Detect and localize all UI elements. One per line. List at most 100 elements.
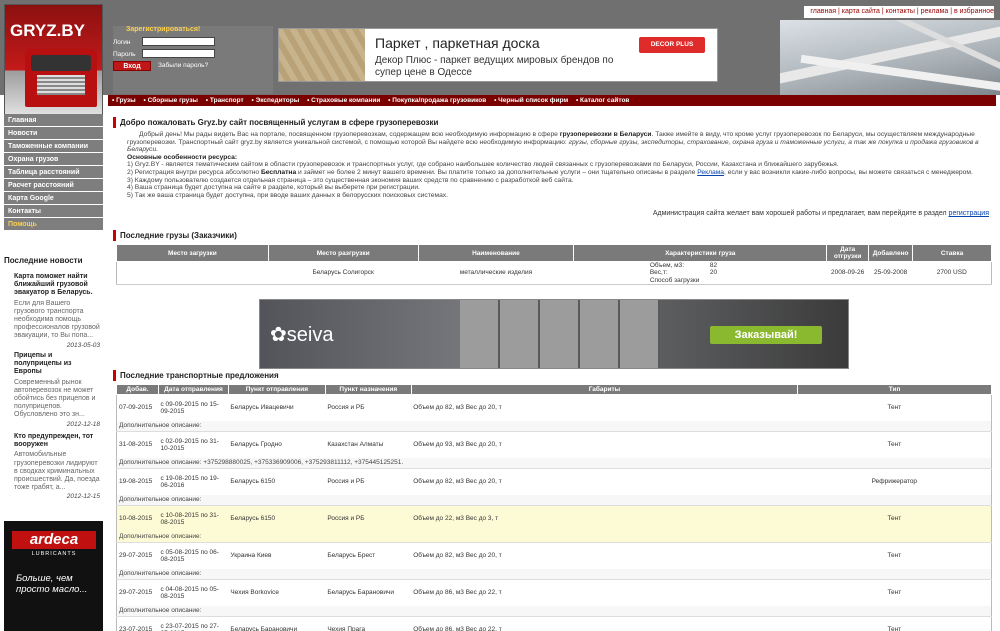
cell-description: Дополнительное описание: bbox=[116, 605, 992, 617]
order-button[interactable]: Заказывай! bbox=[710, 326, 822, 344]
nav-catalog[interactable]: • Каталог сайтов bbox=[576, 97, 629, 104]
login-input[interactable] bbox=[142, 37, 215, 46]
top-link-sitemap[interactable]: карта сайта bbox=[842, 8, 880, 15]
sidebar-item-help[interactable]: Помощь bbox=[4, 218, 103, 231]
cell-to: Россия и РБ bbox=[327, 404, 365, 412]
intro-bold: грузоперевозки в Беларуси bbox=[559, 131, 652, 138]
cell-type: Тент bbox=[797, 505, 992, 532]
password-input[interactable] bbox=[142, 49, 215, 58]
ad-title: Паркет , паркетная доска bbox=[375, 35, 540, 51]
cell-added: 25-09-2008 bbox=[868, 261, 913, 285]
sidebar-item-home[interactable]: Главная bbox=[4, 114, 103, 127]
sidebar-item-google-map[interactable]: Карта Google bbox=[4, 192, 103, 205]
truck-grill bbox=[37, 75, 85, 95]
password-label: Пароль bbox=[113, 51, 136, 58]
table-header-row: Место загрузки Место разгрузки Наименова… bbox=[116, 244, 992, 262]
cell-dates: с 10-08-2015 по 31-08-2015 bbox=[158, 505, 229, 532]
cell-description: Дополнительное описание: bbox=[116, 420, 992, 432]
nav-cargo[interactable]: • Грузы bbox=[112, 97, 136, 104]
ad-brand: ✿seiva bbox=[270, 324, 334, 346]
cell-dims: Объем до 86, м3 Вес до 22, т bbox=[413, 589, 502, 597]
top-link-favorites[interactable]: в избранное bbox=[954, 8, 994, 15]
sidebar-item-cargo-security[interactable]: Охрана грузов bbox=[4, 153, 103, 166]
logo-text: GRYZ.BY bbox=[10, 21, 85, 40]
intro-paragraph: Добрый день! Мы рады видеть Вас на порта… bbox=[127, 131, 991, 154]
cell-type: Тент bbox=[887, 404, 902, 412]
ads-link[interactable]: Реклама bbox=[697, 169, 724, 176]
news-title[interactable]: Прицепы и полуприцепы из Европы bbox=[14, 352, 100, 377]
sidebar-item-distance-table[interactable]: Таблица расстояний bbox=[4, 166, 103, 179]
table-row[interactable]: 29-07-2015 с 04-08-2015 по 05-08-2015 Чехи… bbox=[117, 580, 992, 606]
cell-type: Тент bbox=[887, 589, 902, 597]
register-link[interactable]: Зарегистрироваться! bbox=[126, 26, 200, 33]
ad-sub: LUBRICANTS bbox=[31, 551, 77, 557]
feature-text: и займет не более 2 минут вашего времени… bbox=[298, 168, 696, 176]
nav-groupage[interactable]: • Сборные грузы bbox=[144, 97, 198, 104]
cell-from: Беларусь Гродно bbox=[230, 441, 282, 449]
cell-dims: Объем до 82, м3 Вес до 20, т bbox=[413, 478, 502, 486]
column-header: Добавлено bbox=[868, 244, 914, 262]
welcome-text: Добрый день! Мы рады видеть Вас на порта… bbox=[127, 131, 991, 199]
column-header: Габариты bbox=[410, 384, 799, 395]
char-line: Способ загрузки bbox=[649, 276, 700, 284]
nav-insurance[interactable]: • Страховые компании bbox=[307, 97, 380, 104]
column-header: Дата отправления bbox=[157, 384, 229, 395]
cell-dates: с 04-08-2015 по 05-08-2015 bbox=[160, 585, 219, 600]
column-header: Характеристики груза bbox=[573, 244, 828, 262]
cell-added: 19-08-2015 bbox=[119, 478, 153, 486]
sidebar-item-distance-calc[interactable]: Расчет расстояний bbox=[4, 179, 103, 192]
ad-text: Декор Плюс - паркет ведущих мировых брен… bbox=[375, 55, 614, 78]
cell-added: 10-08-2015 bbox=[116, 505, 159, 532]
nav-forwarders[interactable]: • Экспедиторы bbox=[252, 97, 300, 104]
table-row[interactable]: 19-08-2015 с 19-08-2015 по 19-06-2016 Бела… bbox=[117, 469, 992, 495]
table-row[interactable]: 10-08-2015 с 10-08-2015 по 31-08-2015 Бела… bbox=[116, 505, 992, 532]
site-logo[interactable]: GRYZ.BY bbox=[4, 4, 103, 115]
feature-item: 5) Так же ваша страница будет доступна, … bbox=[127, 191, 448, 199]
registration-link[interactable]: регистрация bbox=[949, 210, 989, 217]
feature-item: 2) Регистрация внутри ресурса абсолютно … bbox=[127, 169, 991, 177]
table-row[interactable]: 31-08-2015 с 02-09-2015 по 31-10-2015 Бела… bbox=[117, 432, 992, 458]
transport-rows: 07-09-2015 с 09-09-2015 по 15-09-2015 Бела… bbox=[116, 395, 992, 631]
admin-note: Администрация сайта желает вам хорошей р… bbox=[653, 210, 989, 217]
cell-from: Беларусь Барановичи bbox=[230, 626, 298, 631]
banner-ad-parquet[interactable]: Паркет , паркетная доска Декор Плюс - па… bbox=[278, 28, 718, 82]
description-label: Дополнительное описание: bbox=[119, 570, 202, 578]
top-link-ads[interactable]: реклама bbox=[921, 8, 949, 15]
forgot-password-link[interactable]: Забыли пароль? bbox=[158, 62, 208, 69]
kitchen-image bbox=[460, 300, 660, 368]
cell-dims: Объем до 82, м3 Вес до 20, т bbox=[413, 552, 502, 560]
sidebar-item-contacts[interactable]: Контакты bbox=[4, 205, 103, 218]
ad-brand-text: seiva bbox=[286, 324, 334, 346]
char-key: Вес,т: bbox=[649, 269, 668, 277]
transport-table: Добав. Дата отправления Пункт отправлени… bbox=[116, 384, 992, 631]
table-row[interactable]: 07-09-2015 с 09-09-2015 по 15-09-2015 Бела… bbox=[117, 395, 992, 421]
description-label: Дополнительное описание: bbox=[119, 422, 202, 430]
nav-trucks-sale[interactable]: • Покупка/продажа грузовиков bbox=[388, 97, 486, 104]
cell-from: Чехия Borkovice bbox=[230, 589, 279, 597]
ad-slogan-line: просто масло... bbox=[16, 584, 88, 595]
transport-heading: Последние транспортные предложения bbox=[113, 370, 279, 381]
column-header: Место разгрузки bbox=[267, 244, 419, 262]
nav-transport[interactable]: • Транспорт bbox=[206, 97, 244, 104]
cell-dims: Объем до 22, м3 Вес до 3, т bbox=[411, 505, 798, 532]
table-row[interactable]: 23-07-2015 с 23-07-2015 по 27-07-2015 Бела… bbox=[117, 617, 992, 631]
banner-ad-ardeca[interactable]: ardeca LUBRICANTS Больше, чем просто мас… bbox=[4, 521, 103, 631]
news-body: Если для Вашего грузового транспорта нео… bbox=[14, 299, 100, 340]
top-link-home[interactable]: главная bbox=[810, 8, 836, 15]
news-body: Современный рынок автоперевозок не может… bbox=[14, 378, 96, 419]
ad-slogan: Больше, чем просто масло... bbox=[16, 573, 87, 595]
news-title[interactable]: Карта поможет найти ближайший грузовой э… bbox=[14, 273, 100, 298]
table-row[interactable]: Беларусь Солигорск металлические изделия… bbox=[116, 261, 992, 285]
news-title[interactable]: Кто предупрежден, тот вооружен bbox=[14, 433, 100, 449]
table-row[interactable]: 29-07-2015 с 05-08-2015 по 06-08-2015 Укра… bbox=[117, 543, 992, 569]
login-button[interactable]: Вход bbox=[113, 61, 151, 71]
banner-ad-seiva[interactable]: ✿seiva Заказывай! bbox=[259, 299, 849, 369]
cell-dates: с 23-07-2015 по 27-07-2015 bbox=[160, 622, 219, 631]
table-row-description: Дополнительное описание: bbox=[116, 494, 992, 506]
sidebar-item-news[interactable]: Новости bbox=[4, 127, 103, 140]
top-link-contacts[interactable]: контакты bbox=[886, 8, 915, 15]
cell-type: Тент bbox=[887, 626, 902, 631]
nav-blacklist[interactable]: • Черный список фирм bbox=[494, 97, 568, 104]
cell-to: Россия и РБ bbox=[327, 478, 365, 486]
sidebar-item-customs[interactable]: Таможенные компании bbox=[4, 140, 103, 153]
